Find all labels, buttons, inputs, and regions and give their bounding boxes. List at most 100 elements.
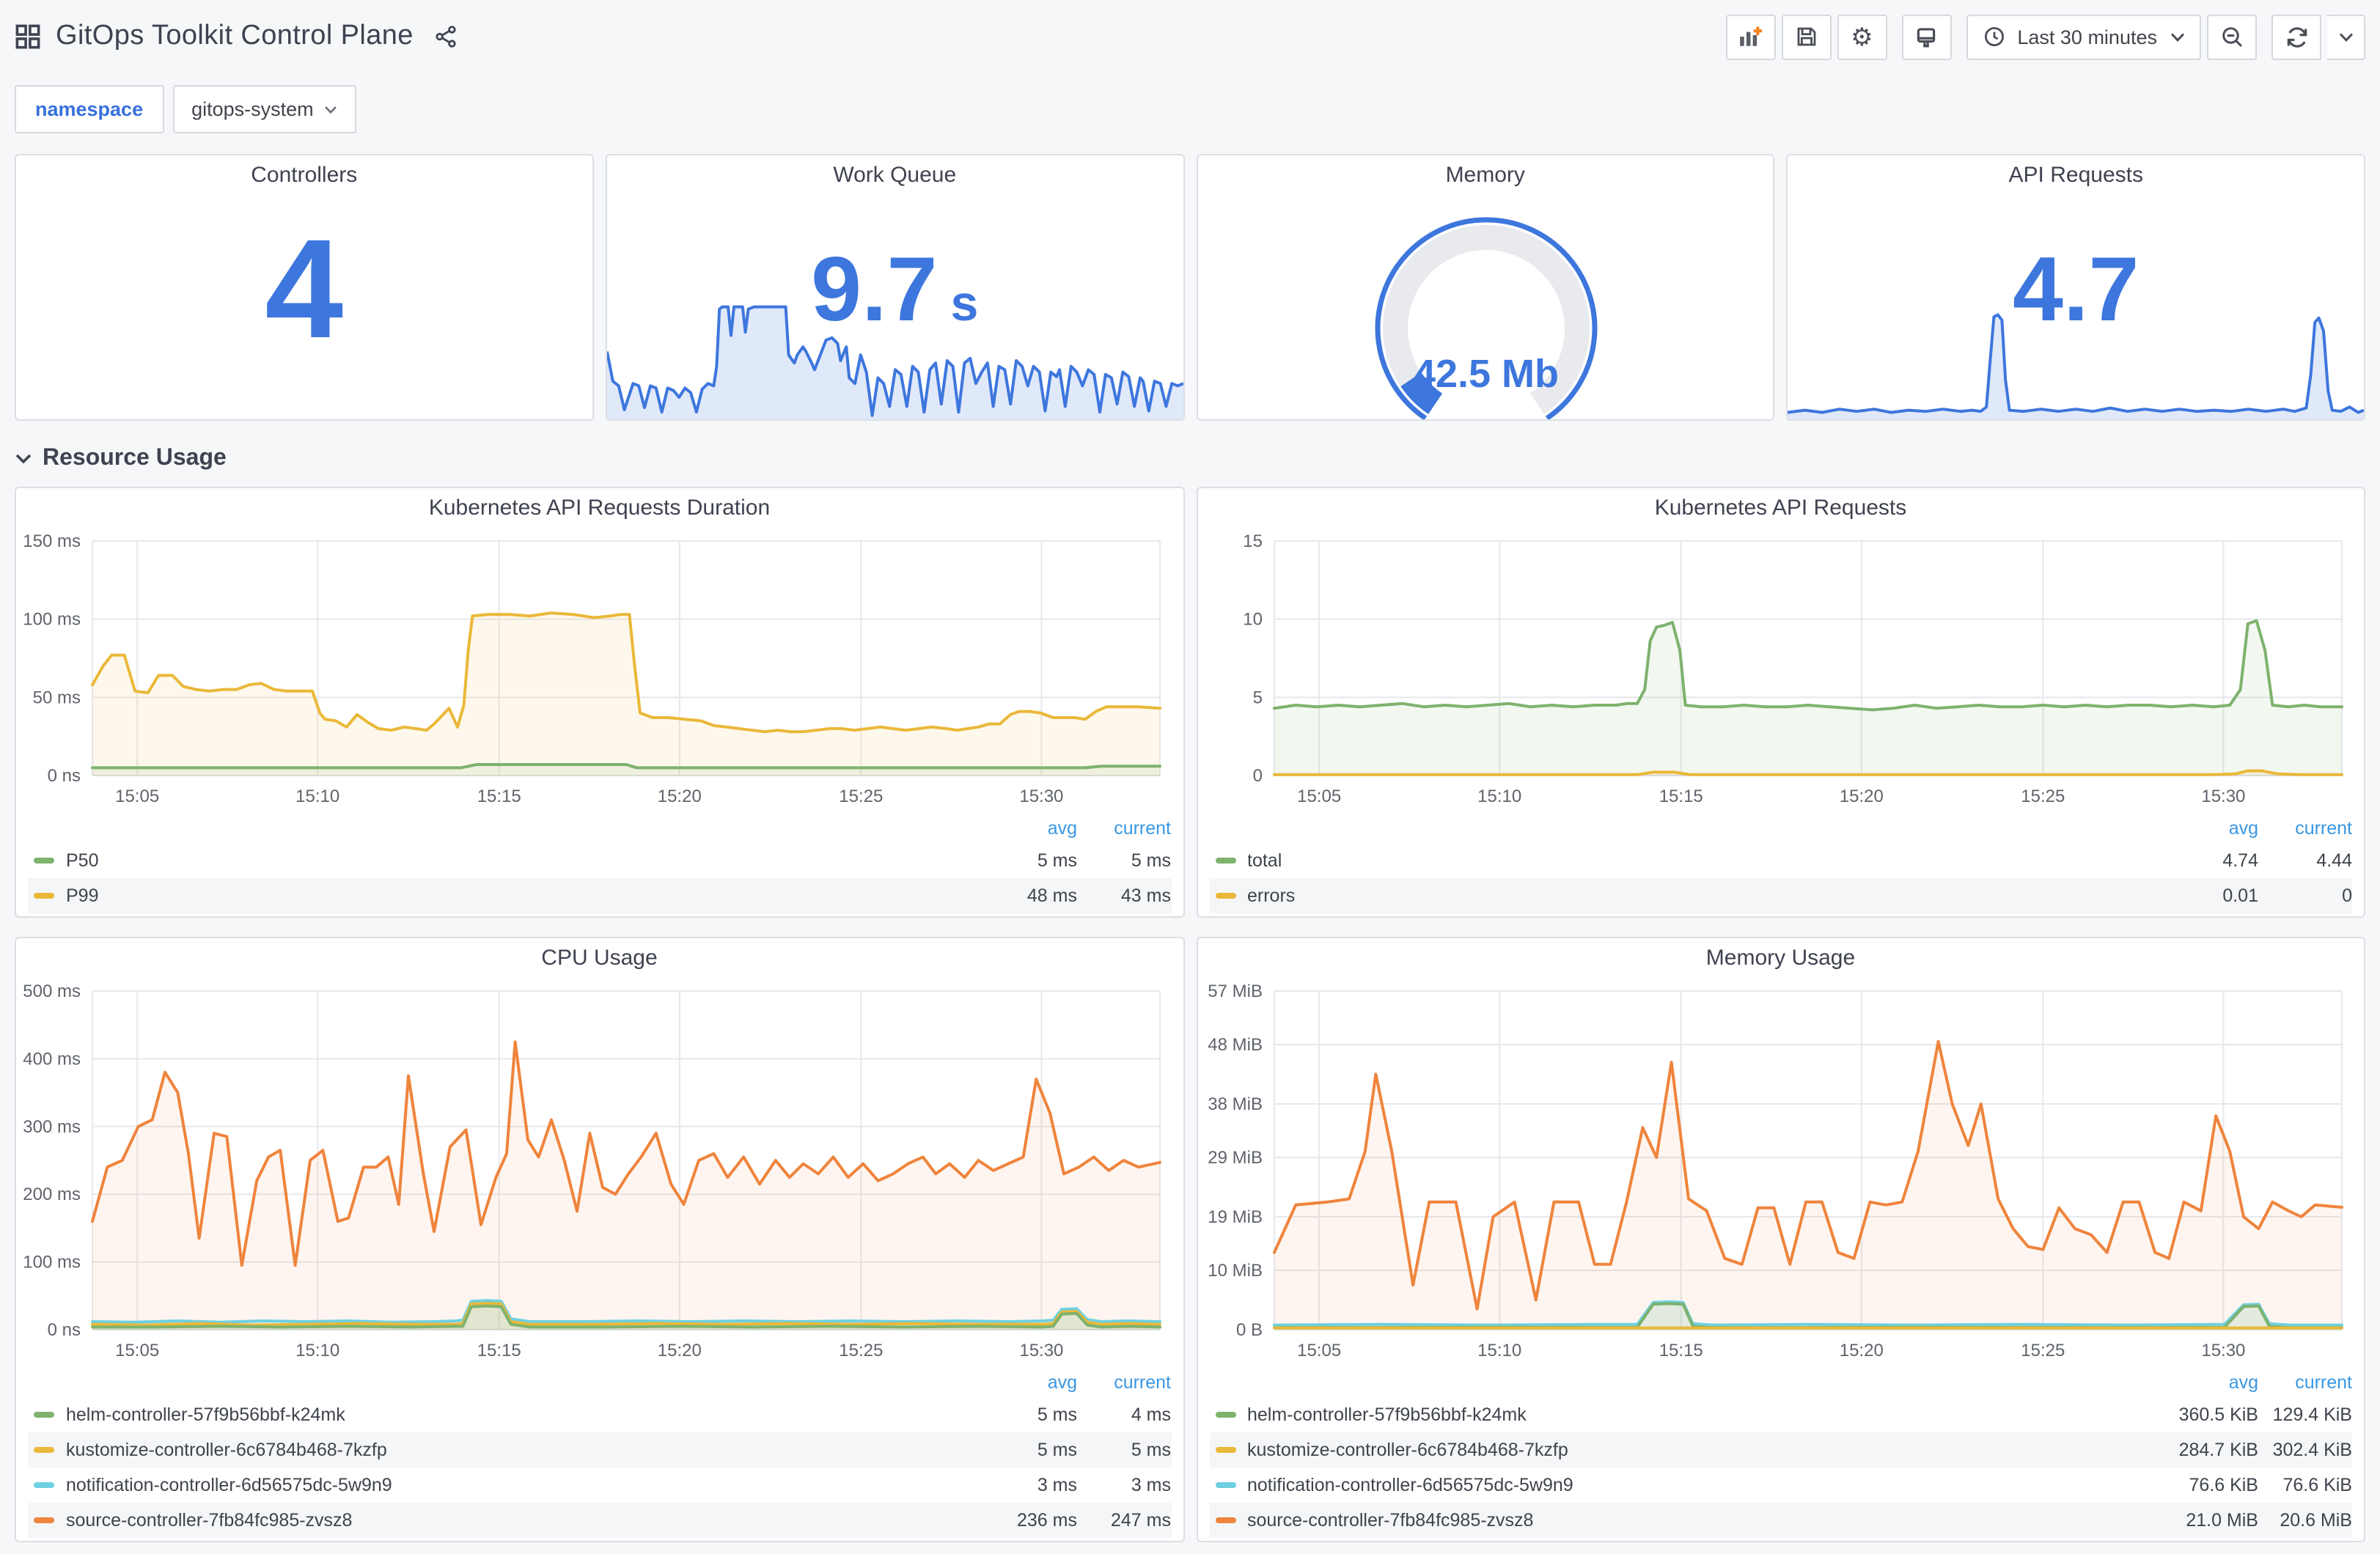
- svg-text:15:10: 15:10: [295, 1341, 339, 1360]
- variable-label-namespace[interactable]: namespace: [15, 85, 164, 133]
- panel-title[interactable]: API Requests: [1788, 155, 2365, 194]
- svg-text:15:05: 15:05: [115, 787, 159, 806]
- time-series-plot[interactable]: 15:05 15:10 15:15 15:20 15:25 15:30 0 5 10 15: [1197, 526, 2364, 814]
- series-color-swatch: [1215, 1517, 1235, 1523]
- series-avg: 5 ms: [1037, 1440, 1077, 1460]
- panel-memory: Memory 42.5 Mb: [1196, 154, 1775, 421]
- zoom-out-time-button[interactable]: [2207, 14, 2257, 59]
- share-icon[interactable]: [434, 25, 458, 48]
- legend-sort-current[interactable]: current: [2258, 818, 2352, 839]
- refresh-dashboard-button[interactable]: [2271, 14, 2321, 59]
- series-color-swatch: [34, 1517, 54, 1523]
- svg-text:15:20: 15:20: [1839, 1341, 1883, 1360]
- time-range-picker[interactable]: Last 30 minutes: [1966, 14, 2201, 59]
- time-series-plot[interactable]: 15:05 15:10 15:15 15:20 15:25 15:30 0 ns 50 ms 1…: [16, 526, 1183, 814]
- stat-panels-row: Controllers 4 Work Queue 9.7 s Memory 42.…: [15, 154, 2365, 421]
- time-series-plot[interactable]: 15:05 15:10 15:15 15:20 15:25 15:30 0 B 10 MiB 1…: [1197, 976, 2364, 1368]
- legend-row: source-controller-7fb84fc985-zvsz8 21.0 M…: [1209, 1503, 2352, 1538]
- series-avg: 284.7 KiB: [2178, 1440, 2258, 1460]
- panel-title[interactable]: Kubernetes API Requests: [1197, 488, 2364, 526]
- add-panel-button[interactable]: [1725, 14, 1776, 59]
- series-avg: 5 ms: [1037, 850, 1077, 871]
- series-avg: 76.6 KiB: [2189, 1475, 2258, 1495]
- panel-title[interactable]: Kubernetes API Requests Duration: [16, 488, 1183, 526]
- dashboard-settings-button[interactable]: ⚙: [1837, 14, 1887, 59]
- legend-row: P99 48 ms 43 ms: [28, 878, 1171, 913]
- series-name[interactable]: kustomize-controller-6c6784b468-7kzfp: [1247, 1440, 2156, 1460]
- panel-controllers: Controllers 4: [15, 154, 594, 421]
- legend-row: P50 5 ms 5 ms: [28, 843, 1171, 878]
- series-name[interactable]: errors: [1247, 885, 2156, 906]
- svg-text:15:10: 15:10: [1477, 1341, 1521, 1360]
- chevron-down-icon: [2170, 32, 2185, 41]
- legend-sort-avg[interactable]: avg: [974, 1372, 1077, 1393]
- panel-title[interactable]: Memory: [1197, 155, 1774, 194]
- svg-text:500 ms: 500 ms: [23, 982, 81, 1001]
- legend-row: kustomize-controller-6c6784b468-7kzfp 5 m…: [28, 1432, 1171, 1468]
- legend: avg current helm-controller-57f9b56bbf-k24…: [16, 1368, 1183, 1538]
- panel-title[interactable]: Controllers: [16, 155, 592, 194]
- svg-text:15:15: 15:15: [1659, 1341, 1703, 1360]
- svg-text:100 ms: 100 ms: [23, 610, 81, 630]
- series-name[interactable]: kustomize-controller-6c6784b468-7kzfp: [66, 1440, 974, 1460]
- clock-icon: [1984, 26, 2004, 47]
- svg-text:15:05: 15:05: [1296, 787, 1340, 806]
- cycle-view-mode-button[interactable]: [1901, 14, 1952, 59]
- legend-sort-current[interactable]: current: [2258, 1372, 2352, 1393]
- svg-text:400 ms: 400 ms: [23, 1049, 81, 1069]
- svg-text:15:25: 15:25: [2020, 787, 2064, 806]
- svg-text:57 MiB: 57 MiB: [1207, 982, 1262, 1001]
- dashboard-grid-icon[interactable]: [15, 23, 41, 50]
- series-name[interactable]: total: [1247, 850, 2156, 871]
- save-dashboard-button[interactable]: [1781, 14, 1832, 59]
- chevron-down-icon: [324, 106, 337, 114]
- series-color-swatch: [34, 1412, 54, 1418]
- panel-title[interactable]: Memory Usage: [1197, 938, 2364, 976]
- variable-value-dropdown[interactable]: gitops-system: [172, 85, 356, 133]
- series-name[interactable]: source-controller-7fb84fc985-zvsz8: [66, 1510, 974, 1531]
- series-name[interactable]: source-controller-7fb84fc985-zvsz8: [1247, 1510, 2156, 1531]
- panel-work-queue: Work Queue 9.7 s: [605, 154, 1184, 421]
- series-name[interactable]: notification-controller-6d56575dc-5w9n9: [66, 1475, 974, 1495]
- panel-cpu-usage: CPU Usage 15:05 15:10 15:15 15:20 15:25 15:30…: [15, 937, 1184, 1542]
- legend-sort-avg[interactable]: avg: [974, 818, 1077, 839]
- svg-text:15:15: 15:15: [477, 1341, 521, 1360]
- svg-text:15:10: 15:10: [1477, 787, 1521, 806]
- row-resource-usage[interactable]: Resource Usage: [15, 441, 2365, 476]
- panel-title[interactable]: CPU Usage: [16, 938, 1183, 976]
- series-avg: 360.5 KiB: [2178, 1404, 2258, 1425]
- svg-text:42.5 Mb: 42.5 Mb: [1413, 352, 1558, 396]
- svg-text:0: 0: [1252, 766, 1262, 786]
- legend: avg current total 4.74 4.44 errors 0.01 0: [1197, 814, 2364, 913]
- legend-sort-current[interactable]: current: [1077, 1372, 1171, 1393]
- svg-text:29 MiB: 29 MiB: [1207, 1148, 1262, 1168]
- panel-api-requests: API Requests 4.7: [1786, 154, 2365, 421]
- stat-value: 9.7 s: [811, 239, 979, 341]
- legend-header: avg current: [1209, 814, 2352, 843]
- series-name[interactable]: P50: [66, 850, 974, 871]
- series-name[interactable]: helm-controller-57f9b56bbf-k24mk: [66, 1404, 974, 1425]
- series-name[interactable]: P99: [66, 885, 974, 906]
- charts-row-1: Kubernetes API Requests Duration 15:05 15…: [15, 487, 2365, 918]
- svg-text:0 ns: 0 ns: [48, 1320, 81, 1340]
- legend-sort-avg[interactable]: avg: [2156, 1372, 2258, 1393]
- svg-text:15:25: 15:25: [839, 1341, 883, 1360]
- chevron-down-icon: [2338, 32, 2353, 41]
- series-avg: 236 ms: [1017, 1510, 1077, 1531]
- svg-text:15:30: 15:30: [2200, 787, 2244, 806]
- series-avg: 48 ms: [1026, 885, 1077, 906]
- panel-title[interactable]: Work Queue: [607, 155, 1183, 194]
- series-name[interactable]: notification-controller-6d56575dc-5w9n9: [1247, 1475, 2156, 1495]
- series-current: 20.6 MiB: [2280, 1510, 2352, 1531]
- refresh-interval-dropdown[interactable]: [2327, 14, 2365, 59]
- legend-sort-avg[interactable]: avg: [2156, 818, 2258, 839]
- legend-row: helm-controller-57f9b56bbf-k24mk 360.5 Ki…: [1209, 1397, 2352, 1432]
- series-name[interactable]: helm-controller-57f9b56bbf-k24mk: [1247, 1404, 2156, 1425]
- series-current: 0: [2342, 885, 2352, 906]
- page-title: GitOps Toolkit Control Plane: [56, 21, 414, 51]
- legend-sort-current[interactable]: current: [1077, 818, 1171, 839]
- legend-row: notification-controller-6d56575dc-5w9n9 7…: [1209, 1468, 2352, 1503]
- time-series-plot[interactable]: 15:05 15:10 15:15 15:20 15:25 15:30 0 ns 100 ms…: [16, 976, 1183, 1368]
- svg-text:200 ms: 200 ms: [23, 1185, 81, 1204]
- svg-text:0 B: 0 B: [1235, 1320, 1262, 1340]
